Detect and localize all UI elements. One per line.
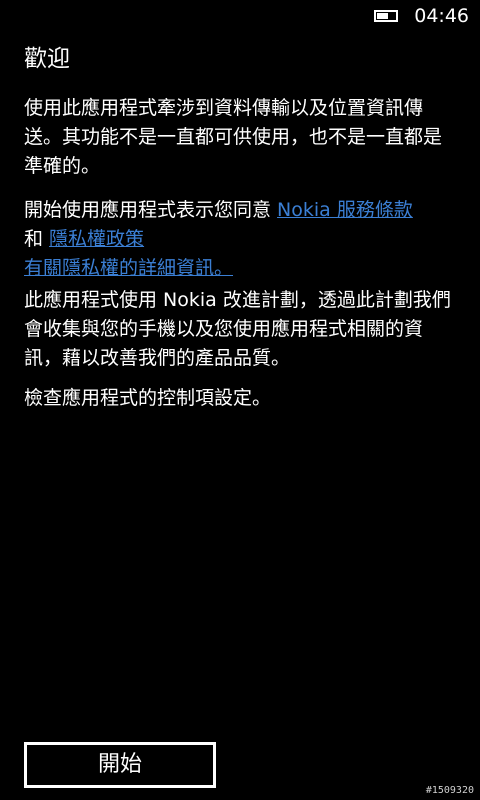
intro-paragraph: 使用此應用程式牽涉到資料傳輸以及位置資訊傳送。其功能不是一直都可供使用，也不是一… [24, 97, 443, 177]
battery-level-fill [377, 13, 388, 19]
improvement-paragraph: 此應用程式使用 Nokia 改進計劃，透過此計劃我們會收集與您的手機以及您使用應… [24, 289, 451, 369]
terms-prefix: 開始使用應用程式表示您同意 [24, 199, 278, 221]
check-settings-paragraph: 檢查應用程式的控制項設定。 [24, 387, 272, 409]
status-bar: 04:46 [0, 0, 480, 32]
nokia-terms-link[interactable]: Nokia 服務條款 [277, 199, 413, 221]
privacy-policy-link[interactable]: 隱私權政策 [49, 228, 144, 250]
status-clock: 04:46 [414, 5, 469, 27]
battery-icon [374, 10, 398, 22]
start-button[interactable]: 開始 [24, 742, 216, 788]
page-title: 歡迎 [24, 46, 70, 72]
watermark: #1509320 [425, 785, 474, 796]
terms-paragraph: 開始使用應用程式表示您同意 Nokia 服務條款和 隱私權政策有關隱私權的詳細資… [24, 196, 460, 283]
terms-connector: 和 [24, 228, 50, 250]
privacy-details-link[interactable]: 有關隱私權的詳細資訊。 [24, 257, 233, 279]
